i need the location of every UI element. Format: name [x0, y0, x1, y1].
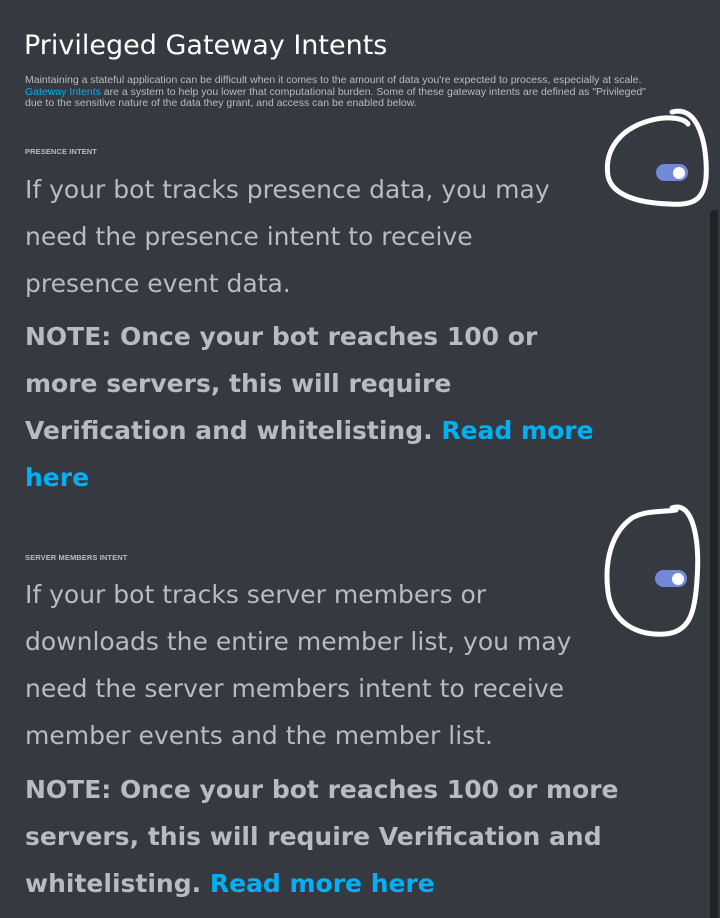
bot-settings-page: Privileged Gateway Intents Maintaining a…: [0, 0, 720, 918]
note-line: whitelisting. Read more here: [25, 860, 625, 907]
description-line: member events and the member list.: [25, 721, 493, 750]
presence-intent-label: PRESENCE INTENT: [25, 147, 97, 156]
description-line: If your bot tracks server members or: [25, 580, 487, 609]
note-line: Verification and whitelisting. Read more: [25, 407, 625, 454]
toggle-knob: [673, 166, 685, 179]
note-line-text: whitelisting.: [25, 869, 202, 898]
page-title: Privileged Gateway Intents: [24, 30, 388, 61]
server-members-intent-description: If your bot tracks server members or dow…: [25, 571, 605, 759]
presence-intent-toggle[interactable]: [656, 164, 688, 181]
note-line-text: Verification and whitelisting.: [25, 416, 433, 445]
intro-line-2-text: are a system to help you lower that comp…: [100, 85, 646, 98]
members-read-more-link[interactable]: Read more here: [210, 869, 435, 898]
description-line: downloads the entire member list, you ma…: [25, 627, 572, 656]
note-line: more servers, this will require: [25, 369, 452, 398]
hand-drawn-circle-members: [604, 504, 701, 637]
presence-intent-description: If your bot tracks presence data, you ma…: [25, 166, 605, 307]
presence-intent-note: NOTE: Once your bot reaches 100 or more …: [25, 313, 625, 501]
toggle-knob: [672, 572, 684, 585]
server-members-intent-note: NOTE: Once your bot reaches 100 or more …: [25, 766, 625, 907]
description-line: need the presence intent to receive: [25, 222, 473, 251]
intro-text: Maintaining a stateful application can b…: [25, 74, 705, 110]
server-members-intent-toggle[interactable]: [655, 570, 687, 587]
note-line: servers, this will require Verification …: [25, 822, 602, 851]
description-line: If your bot tracks presence data, you ma…: [25, 175, 550, 204]
intro-line-3: due to the sensitive nature of the data …: [25, 97, 417, 109]
scrollbar[interactable]: [710, 210, 718, 918]
note-line: here: [25, 454, 625, 501]
gateway-intents-link[interactable]: Gateway Intents: [25, 86, 101, 98]
description-line: need the server members intent to receiv…: [25, 674, 565, 703]
presence-read-more-link[interactable]: Read more: [441, 416, 593, 445]
note-line: NOTE: Once your bot reaches 100 or: [25, 322, 538, 351]
hand-drawn-circle-presence: [604, 108, 709, 207]
presence-read-more-link-cont[interactable]: here: [25, 463, 89, 492]
description-line: presence event data.: [25, 269, 291, 298]
note-line: NOTE: Once your bot reaches 100 or more: [25, 775, 619, 804]
server-members-intent-label: SERVER MEMBERS INTENT: [25, 553, 128, 562]
